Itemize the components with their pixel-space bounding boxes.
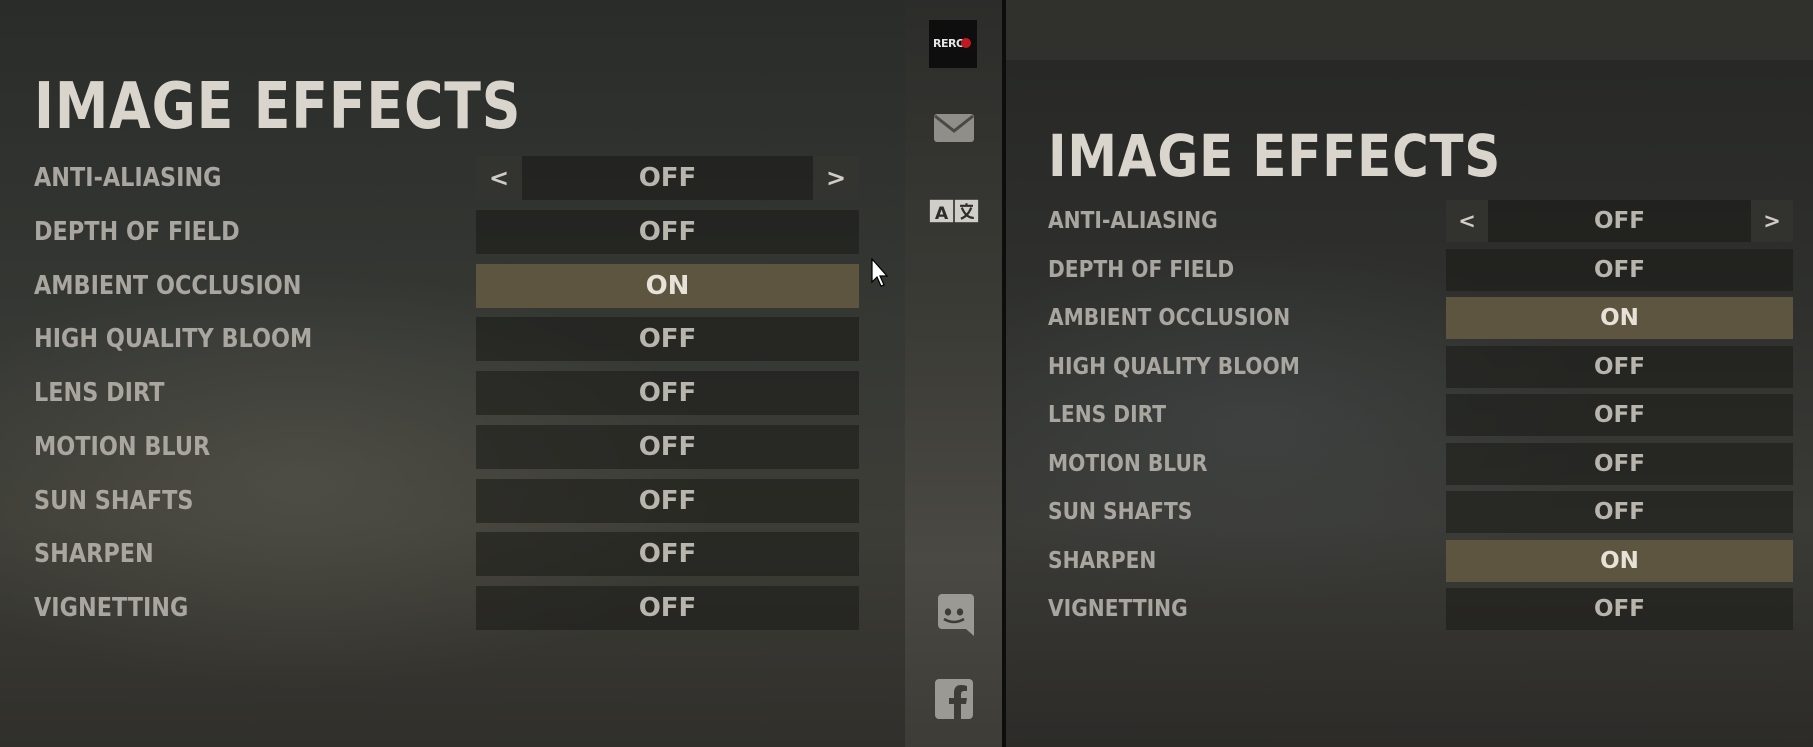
setting-toggle[interactable]: OFF bbox=[1446, 345, 1793, 388]
setting-toggle[interactable]: OFF bbox=[1446, 491, 1793, 533]
setting-value: OFF bbox=[638, 216, 697, 247]
setting-value: OFF bbox=[1594, 450, 1645, 477]
setting-row: VIGNETTING OFF bbox=[1048, 588, 1793, 630]
setting-toggle[interactable]: OFF < > bbox=[1446, 200, 1793, 242]
setting-value: OFF bbox=[1594, 596, 1645, 622]
setting-label: SUN SHAFTS bbox=[34, 485, 194, 516]
side-strip: RERO A bbox=[905, 0, 1002, 747]
setting-label: DEPTH OF FIELD bbox=[34, 216, 240, 247]
setting-row: MOTION BLUR OFF bbox=[34, 424, 859, 469]
setting-row: ANTI-ALIASING OFF < > bbox=[1048, 200, 1793, 242]
setting-toggle[interactable]: OFF bbox=[1446, 588, 1793, 630]
setting-row: VIGNETTING OFF bbox=[34, 586, 859, 630]
setting-row: HIGH QUALITY BLOOM OFF bbox=[34, 317, 859, 362]
top-bar bbox=[1006, 0, 1813, 60]
logo-dot bbox=[961, 38, 971, 48]
setting-label: SUN SHAFTS bbox=[1048, 499, 1193, 525]
setting-row: HIGH QUALITY BLOOM OFF bbox=[1048, 345, 1793, 388]
setting-label: SHARPEN bbox=[34, 539, 154, 570]
setting-toggle[interactable]: OFF bbox=[476, 317, 859, 362]
left-settings-panel: IMAGE EFFECTS ANTI-ALIASING OFF < > DEPTH OF… bbox=[0, 0, 905, 747]
setting-row: DEPTH OF FIELD OFF bbox=[1048, 248, 1793, 291]
setting-row: AMBIENT OCCLUSION ON bbox=[1048, 297, 1793, 339]
setting-value: OFF bbox=[638, 378, 697, 408]
setting-value: OFF bbox=[1594, 499, 1645, 525]
setting-value: OFF bbox=[1594, 402, 1645, 428]
facebook-icon[interactable] bbox=[929, 674, 979, 724]
mouse-cursor-icon bbox=[871, 258, 889, 287]
setting-row: SUN SHAFTS OFF bbox=[34, 478, 859, 523]
setting-value: ON bbox=[1600, 547, 1639, 574]
setting-row: LENS DIRT OFF bbox=[1048, 394, 1793, 436]
setting-row: SHARPEN ON bbox=[1048, 539, 1793, 582]
setting-value: OFF bbox=[1594, 256, 1645, 283]
setting-value: OFF bbox=[638, 485, 697, 516]
setting-toggle[interactable]: ON bbox=[476, 263, 859, 308]
setting-label: DEPTH OF FIELD bbox=[1048, 256, 1235, 283]
mail-icon[interactable] bbox=[929, 103, 979, 153]
setting-label: ANTI-ALIASING bbox=[34, 163, 222, 193]
page-title: IMAGE EFFECTS bbox=[1048, 122, 1502, 190]
setting-value: OFF bbox=[1594, 353, 1645, 380]
setting-row: MOTION BLUR OFF bbox=[1048, 442, 1793, 485]
setting-label: MOTION BLUR bbox=[34, 431, 211, 462]
setting-toggle[interactable]: ON bbox=[1446, 539, 1793, 582]
setting-label: MOTION BLUR bbox=[1048, 450, 1208, 477]
setting-label: LENS DIRT bbox=[34, 378, 165, 408]
setting-label: LENS DIRT bbox=[1048, 402, 1167, 428]
setting-value: OFF bbox=[1594, 208, 1645, 234]
page-title: IMAGE EFFECTS bbox=[34, 70, 522, 144]
svg-text:A: A bbox=[935, 204, 949, 224]
setting-toggle[interactable]: OFF < > bbox=[476, 156, 859, 200]
setting-row: DEPTH OF FIELD OFF bbox=[34, 209, 859, 254]
next-option-button[interactable]: > bbox=[1751, 200, 1793, 242]
setting-label: VIGNETTING bbox=[34, 593, 189, 623]
setting-label: HIGH QUALITY BLOOM bbox=[34, 324, 313, 355]
setting-toggle[interactable]: OFF bbox=[476, 371, 859, 415]
setting-value: OFF bbox=[638, 163, 697, 193]
setting-label: VIGNETTING bbox=[1048, 596, 1188, 622]
setting-label: HIGH QUALITY BLOOM bbox=[1048, 353, 1300, 380]
setting-row: SHARPEN OFF bbox=[34, 532, 859, 577]
setting-toggle[interactable]: OFF bbox=[476, 586, 859, 630]
translate-icon[interactable]: A bbox=[929, 186, 979, 236]
setting-row: LENS DIRT OFF bbox=[34, 371, 859, 415]
prev-option-button[interactable]: < bbox=[476, 156, 522, 200]
prev-option-button[interactable]: < bbox=[1446, 200, 1488, 242]
setting-value: ON bbox=[1600, 305, 1639, 331]
setting-label: AMBIENT OCCLUSION bbox=[34, 270, 302, 301]
setting-toggle[interactable]: OFF bbox=[1446, 442, 1793, 485]
setting-toggle[interactable]: OFF bbox=[1446, 248, 1793, 291]
setting-value: OFF bbox=[638, 324, 697, 355]
setting-label: AMBIENT OCCLUSION bbox=[1048, 305, 1291, 331]
setting-toggle[interactable]: OFF bbox=[1446, 394, 1793, 436]
setting-value: OFF bbox=[638, 593, 697, 623]
next-option-button[interactable]: > bbox=[813, 156, 859, 200]
logo-icon[interactable]: RERO bbox=[929, 20, 977, 68]
setting-value: OFF bbox=[638, 431, 697, 462]
setting-toggle[interactable]: OFF bbox=[476, 478, 859, 523]
setting-row: AMBIENT OCCLUSION ON bbox=[34, 263, 859, 308]
setting-toggle[interactable]: OFF bbox=[476, 424, 859, 469]
setting-value: ON bbox=[645, 270, 690, 301]
setting-label: SHARPEN bbox=[1048, 547, 1157, 574]
setting-row: ANTI-ALIASING OFF < > bbox=[34, 156, 859, 200]
setting-toggle[interactable]: OFF bbox=[476, 532, 859, 577]
discord-icon[interactable] bbox=[929, 590, 979, 640]
setting-label: ANTI-ALIASING bbox=[1048, 208, 1218, 234]
setting-toggle[interactable]: ON bbox=[1446, 297, 1793, 339]
right-settings-panel: IMAGE EFFECTS ANTI-ALIASING OFF < > DEPTH OF… bbox=[1006, 0, 1813, 747]
setting-toggle[interactable]: OFF bbox=[476, 209, 859, 254]
setting-row: SUN SHAFTS OFF bbox=[1048, 491, 1793, 533]
setting-value: OFF bbox=[638, 539, 697, 570]
